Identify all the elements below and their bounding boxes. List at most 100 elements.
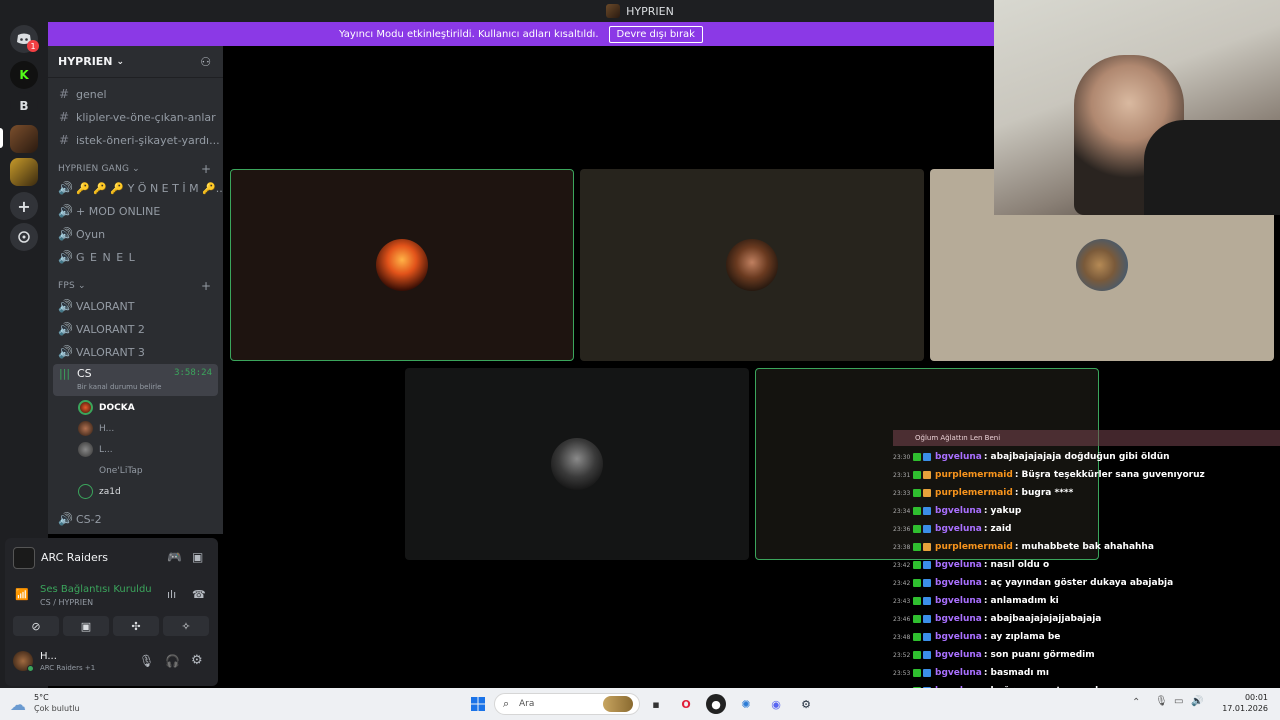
kick-server-icon[interactable]: K xyxy=(10,61,38,89)
speaker-icon: 🔊 xyxy=(58,204,73,218)
discord-taskbar-icon[interactable]: ◉ xyxy=(766,694,786,714)
tray-overflow-icon[interactable]: ⌃ xyxy=(1132,697,1140,708)
chat-text: : muhabbete bak ahahahha xyxy=(1014,542,1154,552)
server-header[interactable]: HYPRIEN ⌄ ⚇ xyxy=(48,46,223,78)
clock-date[interactable]: 17.01.2026 xyxy=(1200,704,1268,713)
disable-streamer-mode-button[interactable]: Devre dışı bırak xyxy=(608,25,703,43)
create-channel-icon[interactable]: + xyxy=(201,279,211,293)
tray-mic-icon[interactable]: 🎙 xyxy=(1155,696,1168,707)
voice-channel-oyun[interactable]: 🔊 Oyun xyxy=(58,227,105,241)
microphone-icon[interactable]: 🎙 xyxy=(139,654,154,668)
text-channel-istek[interactable]: # istek-öneri-şikayet-yardı... xyxy=(58,133,220,147)
chat-timestamp: 23:43 xyxy=(893,597,911,605)
chat-message: 23:46 bgveluna: abajbaajajajajjabajaja xyxy=(893,614,1101,624)
category-hyprien-gang[interactable]: HYPRIEN GANG ⌄ xyxy=(58,164,140,174)
chat-text: : abajbaajajajajjabajaja xyxy=(983,614,1102,624)
voice-user-zaid[interactable]: za1d xyxy=(78,484,121,499)
taskbar-search-box[interactable]: ⌕ Ara xyxy=(494,693,640,715)
chat-text: : yakup xyxy=(983,506,1022,516)
chat-username: bgveluna xyxy=(935,452,982,462)
chat-username: bgveluna xyxy=(935,524,982,534)
voice-user-docka[interactable]: DOCKA xyxy=(78,400,135,415)
add-server-icon[interactable]: + xyxy=(10,192,38,220)
explore-icon[interactable] xyxy=(10,223,38,251)
kick-badge-icon xyxy=(913,507,921,515)
gamepad-icon[interactable]: 🎮 xyxy=(167,550,182,564)
kick-badge-icon xyxy=(913,651,921,659)
server-b-icon[interactable]: B xyxy=(10,92,38,120)
banner-text: Yayıncı Modu etkinleştirildi. Kullanıcı … xyxy=(339,28,599,40)
video-tile-h[interactable] xyxy=(580,169,924,361)
server-icon-5[interactable] xyxy=(10,158,38,186)
chat-username: bgveluna xyxy=(935,506,982,516)
search-placeholder: Ara xyxy=(519,699,535,709)
screen-share-icon[interactable]: ▣ xyxy=(192,550,203,564)
channel-status-prompt[interactable]: Bir kanal durumu belirle xyxy=(77,383,161,391)
activity-game-name: ARC Raiders xyxy=(41,551,108,564)
voice-channel-mod-online[interactable]: 🔊 + MOD ONLINE xyxy=(58,204,160,218)
chat-text: : zaid xyxy=(983,524,1012,534)
connection-status[interactable]: Ses Bağlantısı Kuruldu xyxy=(40,584,152,595)
voice-channel-valorant[interactable]: 🔊 VALORANT xyxy=(58,299,134,313)
voice-channel-cs-2[interactable]: 🔊 CS-2 xyxy=(58,512,102,526)
category-fps[interactable]: FPS ⌄ xyxy=(58,281,86,291)
voice-user-l[interactable]: L... xyxy=(78,442,113,457)
video-tile-docka[interactable] xyxy=(230,169,574,361)
screen-share-button[interactable]: ▣ xyxy=(63,616,109,636)
clock-time[interactable]: 00:01 xyxy=(1212,693,1268,702)
user-name[interactable]: H... xyxy=(40,651,57,662)
chat-text: : basmadı mı xyxy=(983,668,1050,678)
text-channel-klipler[interactable]: # klipler-ve-öne-çıkan-anlar xyxy=(58,110,216,124)
chat-timestamp: 23:34 xyxy=(893,507,911,515)
camera-off-button[interactable]: ⊘ xyxy=(13,616,59,636)
channel-name-cs: CS xyxy=(77,367,92,380)
soundboard-button[interactable]: ✧ xyxy=(163,616,209,636)
voice-channel-valorant-3[interactable]: 🔊 VALORANT 3 xyxy=(58,345,145,359)
task-view-icon[interactable]: ▪ xyxy=(646,694,666,714)
create-channel-icon[interactable]: + xyxy=(201,162,211,176)
voice-channel-cs[interactable]: ||| CS 3:58:24 Bir kanal durumu belirle xyxy=(53,364,218,396)
connection-location[interactable]: CS / HYPRIEN xyxy=(40,598,93,607)
windows-taskbar: ☁ 5°C Çok bulutlu ⌕ Ara ▪ O ● ✺ ◉ ⚙ ⌃ 🎙 … xyxy=(0,688,1280,720)
text-channel-genel[interactable]: # genel xyxy=(58,87,107,101)
voice-channel-valorant-2[interactable]: 🔊 VALORANT 2 xyxy=(58,322,145,336)
activities-button[interactable]: ✣ xyxy=(113,616,159,636)
subscriber-badge-icon xyxy=(923,615,931,623)
weather-temp[interactable]: 5°C xyxy=(34,693,49,702)
soundboard-icon: ✧ xyxy=(181,619,191,633)
chat-header: Oğlum Ağlattın Len Beni xyxy=(893,430,1280,446)
voice-waveform-icon[interactable]: ılı xyxy=(167,588,176,601)
opera-icon[interactable]: O xyxy=(676,694,696,714)
kick-badge-icon xyxy=(913,597,921,605)
voice-user-onelitap[interactable]: One'LiTap xyxy=(78,463,143,478)
network-app-icon[interactable]: ✺ xyxy=(736,694,756,714)
hyprien-server-icon[interactable] xyxy=(10,125,38,153)
tray-network-icon[interactable]: ▭ xyxy=(1174,696,1183,707)
chat-timestamp: 23:48 xyxy=(893,633,911,641)
voice-channel-yonetim[interactable]: 🔊 🔑 🔑 🔑 Y Ö N E T İ M 🔑... xyxy=(58,181,223,195)
video-tile-onelitap[interactable] xyxy=(405,368,749,560)
speaker-icon: 🔊 xyxy=(58,512,73,526)
hash-icon: # xyxy=(58,110,70,124)
steam-icon[interactable]: ⚙ xyxy=(796,694,816,714)
weather-desc[interactable]: Çok bulutlu xyxy=(34,704,80,713)
hash-icon: # xyxy=(58,133,70,147)
add-member-icon[interactable]: ⚇ xyxy=(200,55,211,69)
disconnect-icon[interactable]: ☎ xyxy=(192,588,206,601)
voice-user-h[interactable]: H... xyxy=(78,421,114,436)
chat-text: : Büşra teşekkürler sana guvenıyoruz xyxy=(1014,470,1205,480)
headphones-icon[interactable]: 🎧 xyxy=(165,654,180,668)
participant-avatar xyxy=(551,438,603,490)
voice-channel-genel[interactable]: 🔊 G E N E L xyxy=(58,250,136,264)
mention-badge: 1 xyxy=(27,40,39,52)
chat-message: 23:43 bgveluna: anlamadım ki xyxy=(893,596,1059,606)
kick-badge-icon xyxy=(913,453,921,461)
search-icon: ⌕ xyxy=(503,697,510,710)
media-app-icon[interactable]: ● xyxy=(706,694,726,714)
chat-timestamp: 23:42 xyxy=(893,579,911,587)
settings-gear-icon[interactable]: ⚙ xyxy=(191,653,203,668)
subscriber-badge-icon xyxy=(923,525,931,533)
speaker-icon: 🔊 xyxy=(58,322,73,336)
start-button[interactable] xyxy=(468,694,488,714)
chat-timestamp: 23:30 xyxy=(893,453,911,461)
